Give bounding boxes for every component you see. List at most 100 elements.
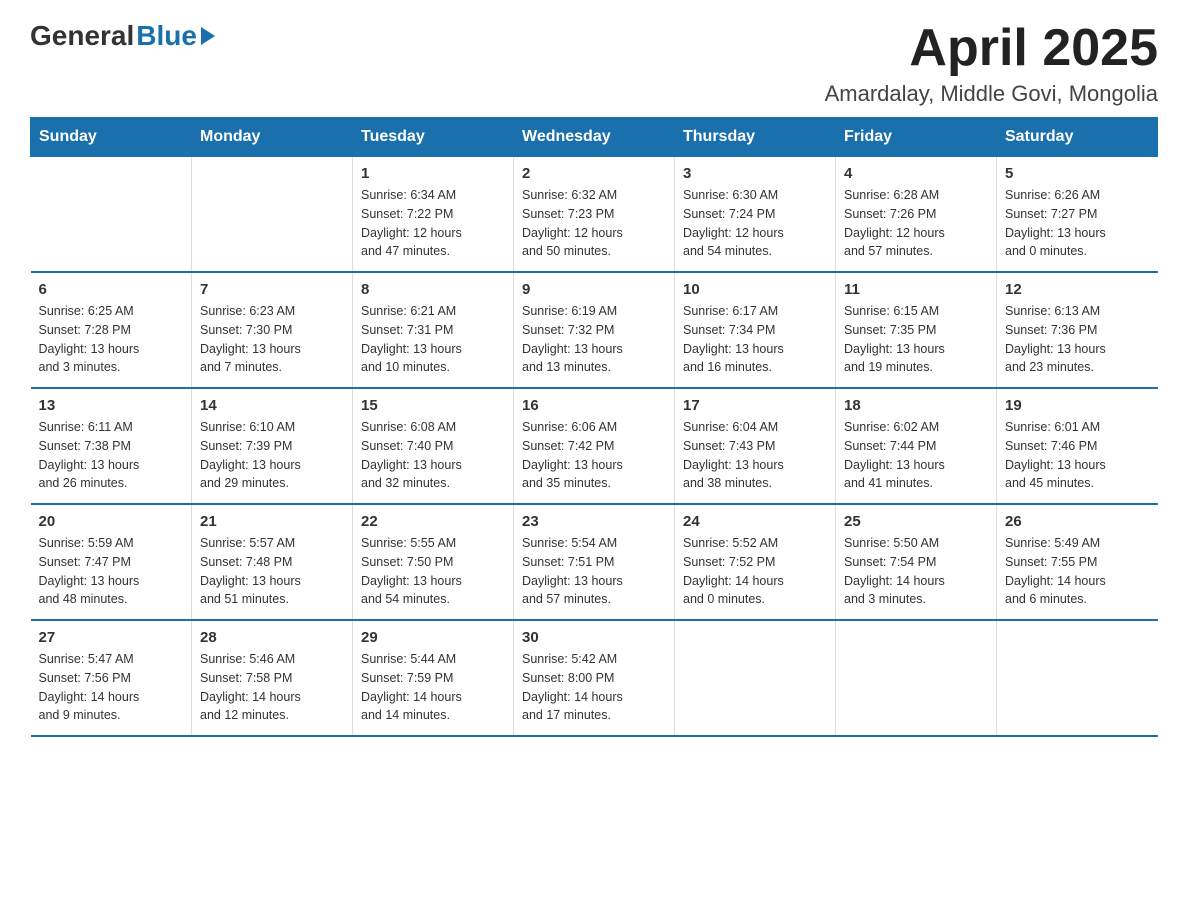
day-info: Sunrise: 5:46 AM Sunset: 7:58 PM Dayligh… [200,650,344,725]
day-number: 29 [361,629,505,646]
day-number: 8 [361,281,505,298]
day-header-wednesday: Wednesday [514,118,675,157]
calendar-cell: 16Sunrise: 6:06 AM Sunset: 7:42 PM Dayli… [514,388,675,504]
calendar-week-3: 13 Sunrise: 6:11 AM Sunset: 7:38 PM Dayli… [31,388,1158,504]
day-number: 22 [361,513,505,530]
calendar-cell: 4Sunrise: 6:28 AM Sunset: 7:26 PM Daylig… [836,157,997,273]
day-number: 9 [522,281,666,298]
logo-blue-part: Blue [136,20,215,52]
calendar-cell: 1 Sunrise: 6:34 AM Sunset: 7:22 PM Daylig… [353,157,514,273]
calendar-table: SundayMondayTuesdayWednesdayThursdayFrid… [30,117,1158,737]
day-info: Sunrise: 5:42 AM Sunset: 8:00 PM Dayligh… [522,650,666,725]
day-header-friday: Friday [836,118,997,157]
day-number: 20 [39,513,184,530]
day-info: Sunrise: 6:30 AM Sunset: 7:24 PM Dayligh… [683,186,827,261]
day-info: Sunrise: 5:57 AM Sunset: 7:48 PM Dayligh… [200,534,344,609]
calendar-cell: 14 Sunrise: 6:10 AM Sunset: 7:39 PM Dayli… [192,388,353,504]
day-info: Sunrise: 6:17 AM Sunset: 7:34 PM Dayligh… [683,302,827,377]
day-number: 18 [844,397,988,414]
day-info: Sunrise: 6:21 AM Sunset: 7:31 PM Dayligh… [361,302,505,377]
logo-triangle-icon [201,27,215,45]
day-info: Sunrise: 6:10 AM Sunset: 7:39 PM Dayligh… [200,418,344,493]
day-info: Sunrise: 5:59 AM Sunset: 7:47 PM Dayligh… [39,534,184,609]
calendar-cell [675,620,836,736]
calendar-cell: 19Sunrise: 6:01 AM Sunset: 7:46 PM Dayli… [997,388,1158,504]
day-number: 13 [39,397,184,414]
calendar-cell: 29Sunrise: 5:44 AM Sunset: 7:59 PM Dayli… [353,620,514,736]
calendar-cell: 26 Sunrise: 5:49 AM Sunset: 7:55 PM Dayli… [997,504,1158,620]
title-block: April 2025 Amardalay, Middle Govi, Mongo… [825,20,1158,107]
page-subtitle: Amardalay, Middle Govi, Mongolia [825,81,1158,107]
day-info: Sunrise: 5:54 AM Sunset: 7:51 PM Dayligh… [522,534,666,609]
logo-general-text: General [30,20,134,52]
day-info: Sunrise: 6:01 AM Sunset: 7:46 PM Dayligh… [1005,418,1150,493]
day-info: Sunrise: 6:04 AM Sunset: 7:43 PM Dayligh… [683,418,827,493]
calendar-cell: 6 Sunrise: 6:25 AM Sunset: 7:28 PM Daylig… [31,272,192,388]
day-number: 11 [844,281,988,298]
day-info: Sunrise: 6:08 AM Sunset: 7:40 PM Dayligh… [361,418,505,493]
day-number: 1 [361,165,505,182]
day-info: Sunrise: 6:15 AM Sunset: 7:35 PM Dayligh… [844,302,988,377]
day-info: Sunrise: 6:13 AM Sunset: 7:36 PM Dayligh… [1005,302,1150,377]
day-header-monday: Monday [192,118,353,157]
day-info: Sunrise: 6:19 AM Sunset: 7:32 PM Dayligh… [522,302,666,377]
day-info: Sunrise: 5:50 AM Sunset: 7:54 PM Dayligh… [844,534,988,609]
day-number: 3 [683,165,827,182]
day-header-thursday: Thursday [675,118,836,157]
logo: General Blue [30,20,215,52]
calendar-cell: 27 Sunrise: 5:47 AM Sunset: 7:56 PM Dayli… [31,620,192,736]
day-number: 5 [1005,165,1150,182]
day-number: 7 [200,281,344,298]
calendar-cell: 5Sunrise: 6:26 AM Sunset: 7:27 PM Daylig… [997,157,1158,273]
day-number: 30 [522,629,666,646]
day-number: 17 [683,397,827,414]
day-number: 14 [200,397,344,414]
day-info: Sunrise: 6:28 AM Sunset: 7:26 PM Dayligh… [844,186,988,261]
day-info: Sunrise: 6:11 AM Sunset: 7:38 PM Dayligh… [39,418,184,493]
day-number: 12 [1005,281,1150,298]
day-header-tuesday: Tuesday [353,118,514,157]
page-header: General Blue April 2025 Amardalay, Middl… [30,20,1158,107]
calendar-cell: 20 Sunrise: 5:59 AM Sunset: 7:47 PM Dayli… [31,504,192,620]
calendar-cell: 13 Sunrise: 6:11 AM Sunset: 7:38 PM Dayli… [31,388,192,504]
day-number: 10 [683,281,827,298]
logo-blue-text: Blue [136,20,215,52]
day-info: Sunrise: 6:23 AM Sunset: 7:30 PM Dayligh… [200,302,344,377]
day-number: 6 [39,281,184,298]
calendar-cell: 2Sunrise: 6:32 AM Sunset: 7:23 PM Daylig… [514,157,675,273]
calendar-cell: 23Sunrise: 5:54 AM Sunset: 7:51 PM Dayli… [514,504,675,620]
calendar-cell: 25Sunrise: 5:50 AM Sunset: 7:54 PM Dayli… [836,504,997,620]
calendar-week-2: 6 Sunrise: 6:25 AM Sunset: 7:28 PM Daylig… [31,272,1158,388]
day-number: 16 [522,397,666,414]
calendar-cell: 7 Sunrise: 6:23 AM Sunset: 7:30 PM Daylig… [192,272,353,388]
calendar-cell: 10 Sunrise: 6:17 AM Sunset: 7:34 PM Dayli… [675,272,836,388]
day-number: 28 [200,629,344,646]
day-info: Sunrise: 5:52 AM Sunset: 7:52 PM Dayligh… [683,534,827,609]
day-info: Sunrise: 5:49 AM Sunset: 7:55 PM Dayligh… [1005,534,1150,609]
day-number: 26 [1005,513,1150,530]
day-number: 27 [39,629,184,646]
day-header-sunday: Sunday [31,118,192,157]
calendar-cell: 22 Sunrise: 5:55 AM Sunset: 7:50 PM Dayli… [353,504,514,620]
calendar-header: SundayMondayTuesdayWednesdayThursdayFrid… [31,118,1158,157]
day-header-row: SundayMondayTuesdayWednesdayThursdayFrid… [31,118,1158,157]
calendar-cell: 11 Sunrise: 6:15 AM Sunset: 7:35 PM Dayli… [836,272,997,388]
day-info: Sunrise: 6:25 AM Sunset: 7:28 PM Dayligh… [39,302,184,377]
day-number: 21 [200,513,344,530]
day-number: 15 [361,397,505,414]
day-info: Sunrise: 6:02 AM Sunset: 7:44 PM Dayligh… [844,418,988,493]
day-info: Sunrise: 5:55 AM Sunset: 7:50 PM Dayligh… [361,534,505,609]
calendar-cell: 18 Sunrise: 6:02 AM Sunset: 7:44 PM Dayli… [836,388,997,504]
page-title: April 2025 [825,20,1158,77]
calendar-cell: 17 Sunrise: 6:04 AM Sunset: 7:43 PM Dayli… [675,388,836,504]
calendar-week-5: 27 Sunrise: 5:47 AM Sunset: 7:56 PM Dayli… [31,620,1158,736]
day-number: 24 [683,513,827,530]
calendar-cell: 8 Sunrise: 6:21 AM Sunset: 7:31 PM Daylig… [353,272,514,388]
day-info: Sunrise: 5:47 AM Sunset: 7:56 PM Dayligh… [39,650,184,725]
day-info: Sunrise: 6:32 AM Sunset: 7:23 PM Dayligh… [522,186,666,261]
calendar-cell [31,157,192,273]
calendar-cell [836,620,997,736]
day-info: Sunrise: 6:34 AM Sunset: 7:22 PM Dayligh… [361,186,505,261]
calendar-cell: 24 Sunrise: 5:52 AM Sunset: 7:52 PM Dayli… [675,504,836,620]
calendar-cell: 9 Sunrise: 6:19 AM Sunset: 7:32 PM Daylig… [514,272,675,388]
